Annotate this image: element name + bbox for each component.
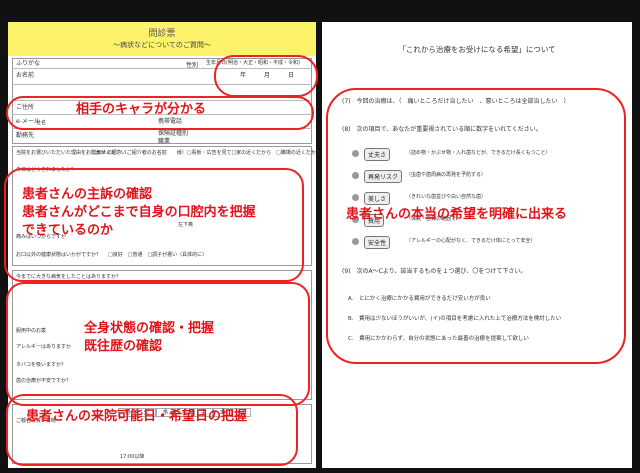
sex-label: 性別 bbox=[186, 62, 199, 69]
form-subtitle: ～病状などについてのご質問～ bbox=[113, 41, 211, 49]
job-label: 職業 bbox=[158, 138, 171, 145]
annotation-complaint-3: できているのか bbox=[22, 223, 114, 238]
hope-form-title: 「これから治療をお受けになる希望」について bbox=[398, 45, 556, 54]
treatment-preference-page: 「これから治療をお受けになる希望」について (7) 今回の治療は、（ 痛いところ… bbox=[322, 22, 632, 468]
furigana-label: ふりがな bbox=[16, 60, 41, 67]
annotation-health-2: 既往歴の確認 bbox=[84, 339, 163, 354]
form-title: 問診票 bbox=[148, 29, 176, 39]
visit-highlight-oval bbox=[6, 394, 298, 466]
birthdate-highlight-oval bbox=[214, 55, 318, 97]
annotation-hope: 患者さんの本当の希望を明確に出来る bbox=[346, 207, 568, 222]
annotation-complaint-2: 患者さんがどこまで自身の口腔内を把握 bbox=[22, 205, 256, 220]
annotation-character: 相手のキャラが分かる bbox=[76, 102, 207, 117]
name-label: お名前 bbox=[16, 72, 35, 79]
annotation-visit: 患者さんの来院可能日・希望日の把握 bbox=[26, 409, 248, 424]
questionnaire-page: 問診票 ～病状などについてのご質問～ ふりがな お名前 性別 生年月日 (明治・… bbox=[4, 22, 375, 468]
annotation-complaint-1: 患者さんの主訴の確認 bbox=[22, 187, 153, 202]
hope-highlight-oval bbox=[326, 88, 626, 364]
insurance-label: 保険証種別 bbox=[158, 130, 189, 137]
work-label: 勤務先 bbox=[16, 132, 35, 139]
form-header: 問診票 ～病状などについてのご質問～ bbox=[8, 22, 316, 56]
annotation-health-1: 全身状態の確認・把握 bbox=[84, 321, 215, 336]
